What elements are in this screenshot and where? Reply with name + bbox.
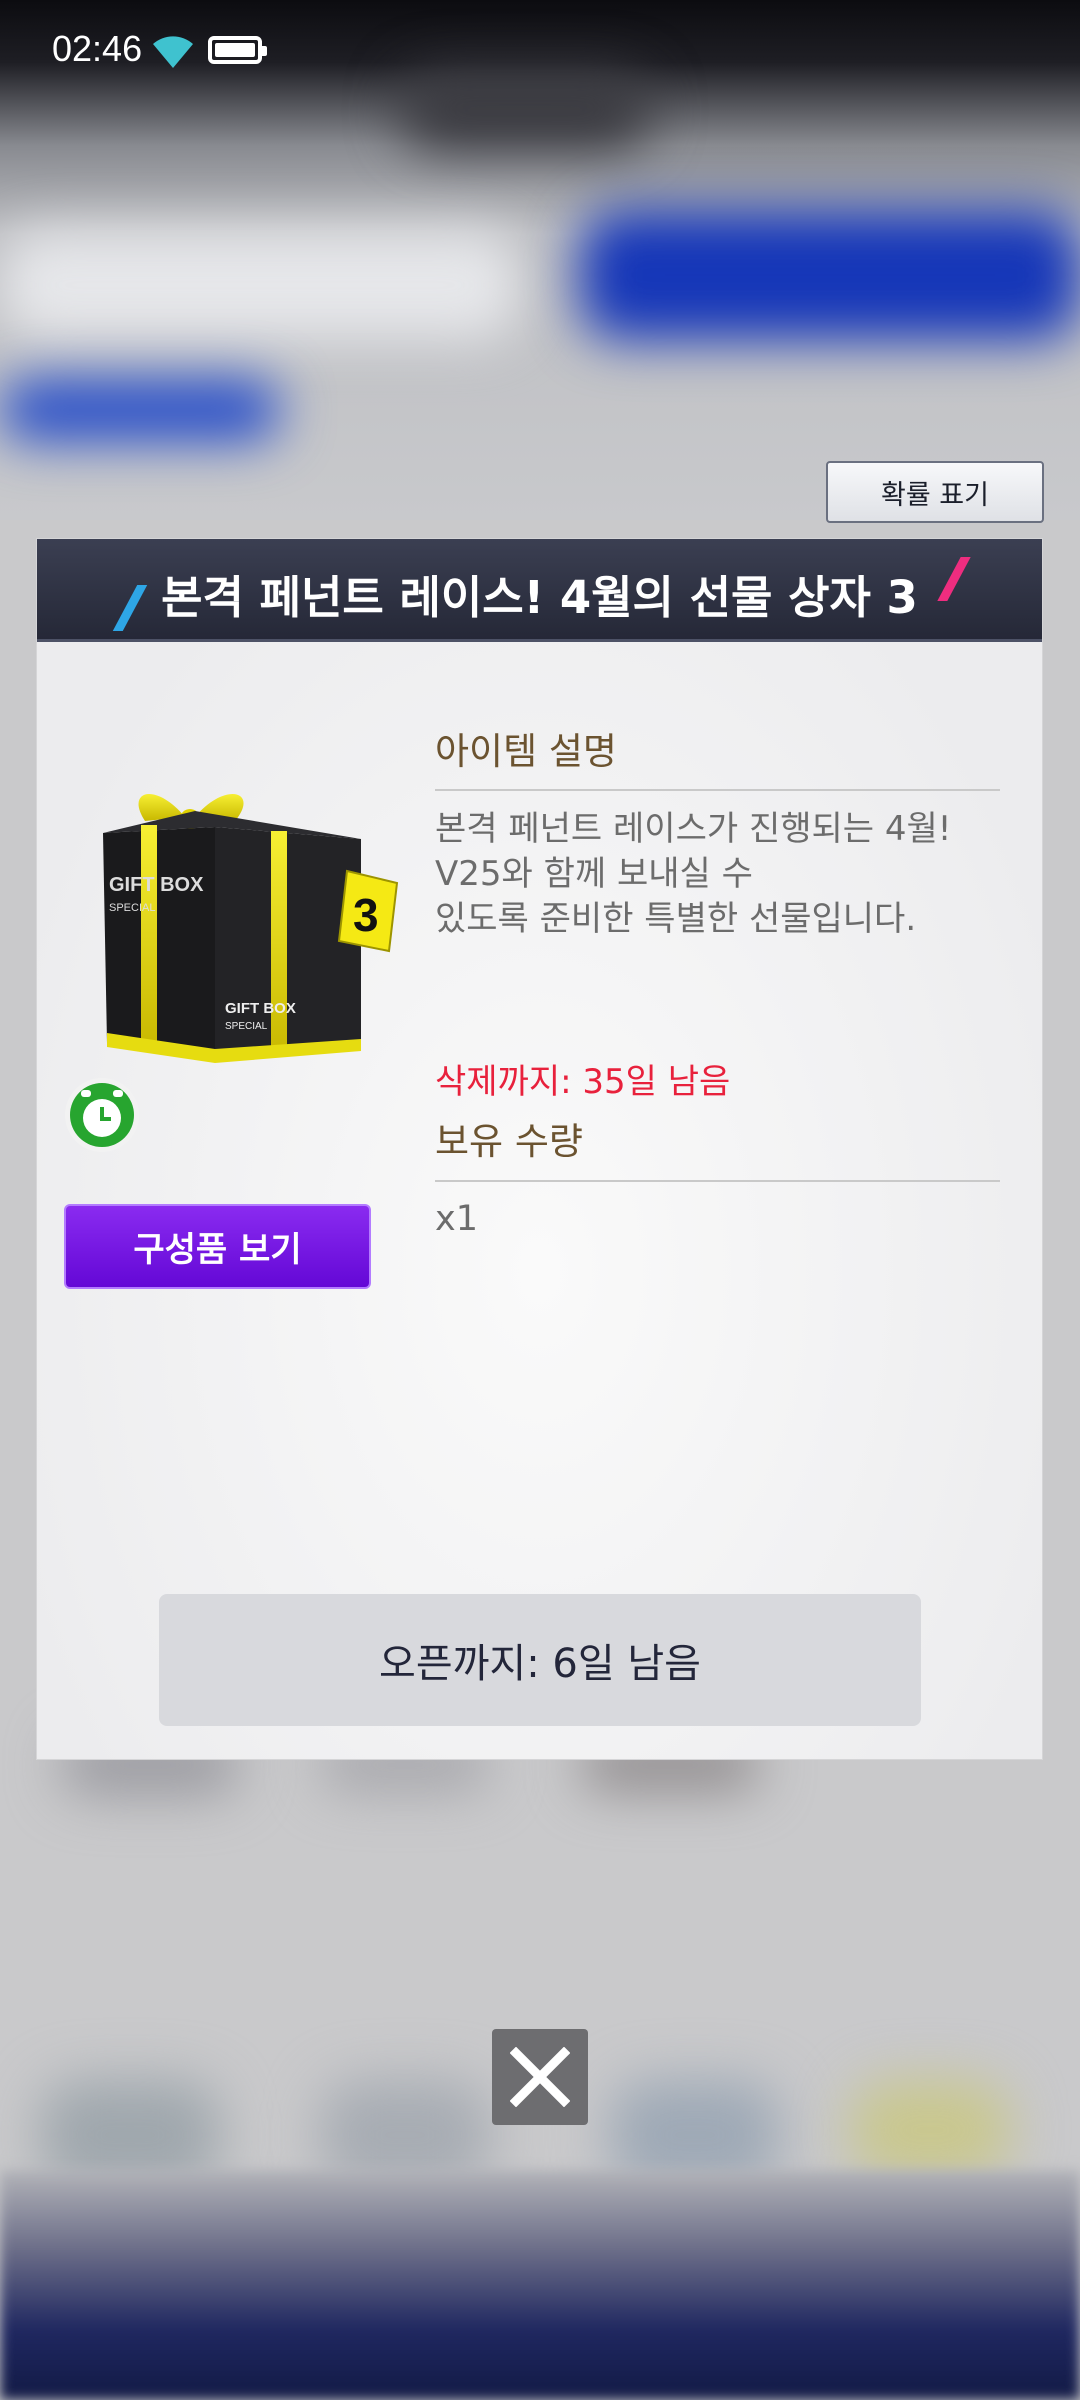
gift-box-image: GIFT BOX SPECIAL GIFT BOX SPECIAL 3	[103, 793, 399, 1063]
svg-text:GIFT BOX: GIFT BOX	[225, 1000, 296, 1017]
close-button[interactable]	[492, 2029, 588, 2125]
gift-box-popup: 본격 페넌트 레이스! 4월의 선물 상자 3 GIFT BOX SPECIAL…	[37, 539, 1042, 1759]
close-icon	[510, 2047, 570, 2107]
description-divider	[435, 789, 1000, 791]
svg-text:GIFT BOX: GIFT BOX	[109, 874, 204, 896]
battery-icon	[208, 36, 267, 64]
item-description-heading: 아이템 설명	[435, 730, 617, 773]
view-components-button[interactable]: 구성품 보기	[64, 1204, 371, 1289]
svg-text:SPECIAL: SPECIAL	[109, 902, 155, 914]
item-description-line: 있도록 준비한 특별한 선물입니다.	[435, 899, 917, 939]
deletion-notice: 삭제까지: 35일 남음	[435, 1062, 731, 1102]
open-countdown-bar: 오픈까지: 6일 남음	[159, 1594, 921, 1726]
probability-button-label: 확률 표기	[881, 479, 989, 511]
quantity-heading: 보유 수량	[435, 1120, 583, 1163]
status-bar: 02:46	[0, 0, 1080, 100]
alarm-clock-icon	[65, 1078, 139, 1152]
quantity-value: x1	[435, 1199, 478, 1239]
view-components-label: 구성품 보기	[133, 1230, 302, 1270]
open-countdown-text: 오픈까지: 6일 남음	[379, 1641, 701, 1687]
probability-button[interactable]: 확률 표기	[826, 461, 1044, 523]
item-description-line: 본격 페넌트 레이스가 진행되는 4월!	[435, 809, 952, 849]
popup-title: 본격 페넌트 레이스! 4월의 선물 상자 3	[161, 571, 918, 624]
item-description: 본격 페넌트 레이스가 진행되는 4월! V25와 함께 보내실 수 있도록 준…	[435, 807, 1015, 942]
item-description-line: V25와 함께 보내실 수	[435, 854, 753, 894]
svg-text:3: 3	[353, 889, 379, 941]
quantity-divider	[435, 1180, 1000, 1182]
wifi-icon	[153, 36, 193, 68]
popup-title-bar: 본격 페넌트 레이스! 4월의 선물 상자 3	[37, 539, 1042, 642]
svg-text:SPECIAL: SPECIAL	[225, 1021, 268, 1032]
status-time: 02:46	[52, 28, 143, 69]
